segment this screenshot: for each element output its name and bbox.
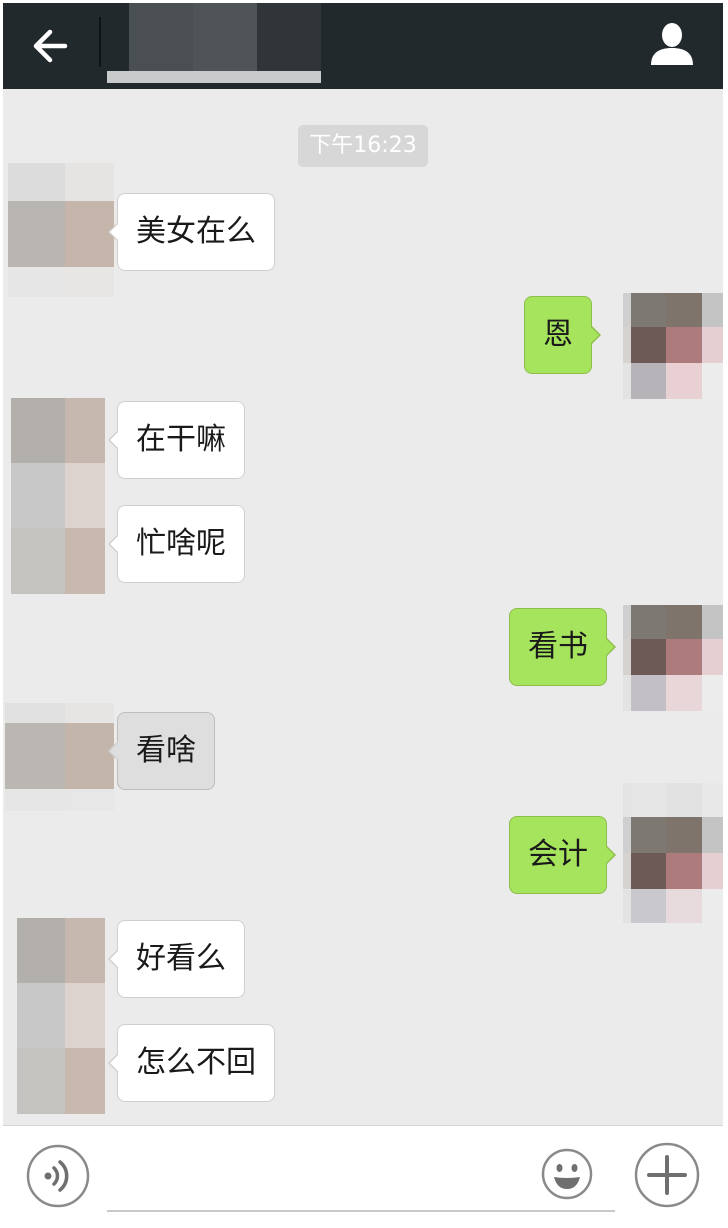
chat-screen: 下午16:23 美女在么 恩 在干嘛 忙啥呢 看书 看啥 会计 好看么 怎么不回: [3, 3, 723, 1225]
received-message[interactable]: 怎么不回: [108, 1024, 275, 1102]
received-message[interactable]: 好看么: [108, 920, 245, 998]
message-input[interactable]: [107, 1144, 615, 1212]
timestamp-badge: 下午16:23: [298, 125, 428, 167]
voice-button[interactable]: [26, 1144, 90, 1208]
received-message[interactable]: 忙啥呢: [108, 505, 245, 583]
input-bar: [3, 1125, 723, 1225]
smiley-icon: [541, 1148, 593, 1200]
more-button[interactable]: [634, 1142, 700, 1208]
message-list[interactable]: 下午16:23 美女在么 恩 在干嘛 忙啥呢 看书 看啥 会计 好看么 怎么不回: [3, 89, 723, 1125]
back-button[interactable]: [25, 19, 79, 73]
contact-avatar[interactable]: [11, 398, 105, 594]
divider: [99, 17, 101, 67]
contact-avatar[interactable]: [5, 703, 114, 811]
received-message[interactable]: 在干嘛: [108, 401, 245, 479]
contact-avatar[interactable]: [17, 918, 105, 1114]
arrow-left-icon: [33, 29, 68, 63]
person-icon: [651, 23, 693, 65]
my-avatar[interactable]: [623, 293, 723, 399]
profile-button[interactable]: [647, 19, 697, 69]
my-avatar[interactable]: [623, 605, 723, 711]
contact-name-underline: [107, 71, 321, 83]
voice-icon: [26, 1144, 90, 1208]
top-bar: [3, 3, 723, 89]
sent-message[interactable]: 看书: [509, 608, 616, 686]
contact-avatar[interactable]: [8, 163, 114, 297]
sent-message[interactable]: 恩: [524, 296, 601, 374]
received-message[interactable]: 看啥: [108, 712, 215, 790]
received-message[interactable]: 美女在么: [108, 193, 275, 271]
emoji-button[interactable]: [541, 1148, 593, 1200]
my-avatar[interactable]: [623, 783, 723, 923]
sent-message[interactable]: 会计: [509, 816, 616, 894]
plus-icon: [634, 1142, 700, 1208]
